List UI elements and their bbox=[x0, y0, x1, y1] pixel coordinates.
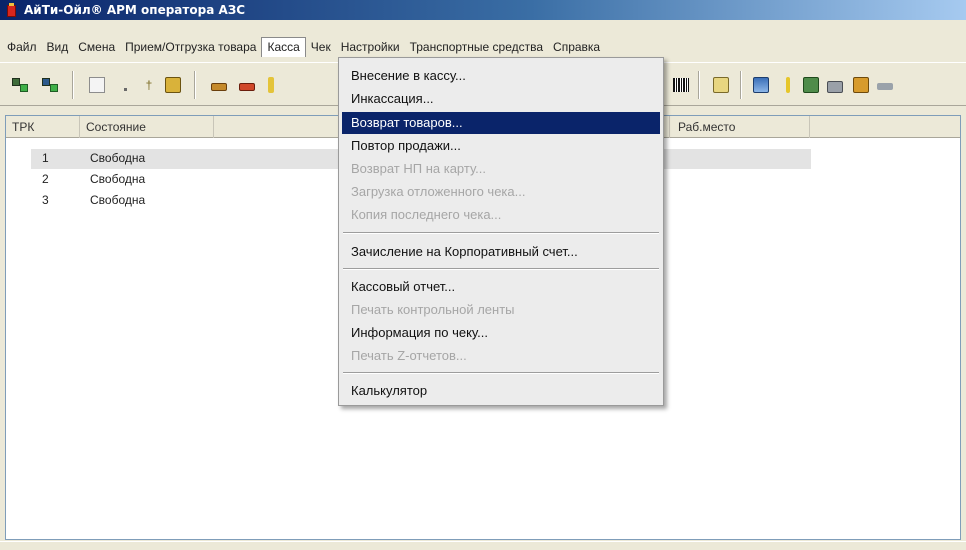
printer-icon[interactable] bbox=[824, 74, 846, 96]
truck-icon[interactable] bbox=[874, 74, 896, 96]
menu-item-goods-return[interactable]: Возврат товаров... bbox=[342, 112, 660, 134]
menu-shift[interactable]: Смена bbox=[73, 37, 120, 57]
pump-disconnect-icon[interactable] bbox=[40, 74, 62, 96]
cash-register-icon[interactable] bbox=[710, 74, 732, 96]
menu-settings[interactable]: Настройки bbox=[336, 37, 405, 57]
network-icon[interactable] bbox=[850, 74, 872, 96]
trk-number: 2 bbox=[42, 172, 49, 186]
toolbar-separator bbox=[740, 71, 742, 99]
menu-item-load-deferred-receipt[interactable]: Загрузка отложенного чека... bbox=[342, 181, 660, 203]
book-icon[interactable] bbox=[162, 74, 184, 96]
menu-goods-receipt[interactable]: Прием/Отгрузка товара bbox=[120, 37, 261, 57]
trk-state: Свободна bbox=[90, 151, 146, 165]
fuel-pump-icon bbox=[6, 3, 18, 17]
menu-item-repeat-sale[interactable]: Повтор продажи... bbox=[342, 135, 660, 157]
tanker-add-icon[interactable] bbox=[208, 74, 230, 96]
title-bar[interactable]: АйТи-Ойл® АРМ оператора АЗС bbox=[0, 0, 966, 20]
dot-icon[interactable] bbox=[114, 74, 136, 96]
trk-state: Свободна bbox=[90, 172, 146, 186]
toolbar-separator bbox=[72, 71, 74, 99]
database-icon[interactable] bbox=[750, 74, 772, 96]
column-header-workplace[interactable]: Раб.место bbox=[670, 116, 810, 138]
menu-item-encashment[interactable]: Инкассация... bbox=[342, 88, 660, 110]
menu-item-cash-deposit[interactable]: Внесение в кассу... bbox=[342, 65, 660, 87]
menu-item-corporate-deposit[interactable]: Зачисление на Корпоративный счет... bbox=[342, 241, 660, 263]
menu-file[interactable]: Файл bbox=[2, 37, 42, 57]
menu-bar: Файл Вид Смена Прием/Отгрузка товара Кас… bbox=[0, 37, 966, 57]
toolbar-separator bbox=[194, 71, 196, 99]
trk-number: 1 bbox=[42, 151, 49, 165]
menu-item-print-control-tape[interactable]: Печать контрольной ленты bbox=[342, 299, 660, 321]
menu-view[interactable]: Вид bbox=[42, 37, 74, 57]
menu-item-calculator[interactable]: Калькулятор bbox=[342, 380, 660, 402]
fuel-level-icon[interactable] bbox=[778, 74, 800, 96]
fuel-gauge-icon[interactable] bbox=[262, 74, 284, 96]
menu-item-return-fuel-to-card[interactable]: Возврат НП на карту... bbox=[342, 158, 660, 180]
menu-separator bbox=[343, 372, 659, 374]
column-header-trk[interactable]: ТРК bbox=[6, 116, 80, 138]
app-window: АйТи-Ойл® АРМ оператора АЗС Файл Вид Сме… bbox=[0, 0, 966, 550]
window-title: АйТи-Ойл® АРМ оператора АЗС bbox=[24, 3, 246, 17]
menu-help[interactable]: Справка bbox=[548, 37, 605, 57]
status-bar bbox=[0, 541, 966, 550]
menu-item-print-z-reports[interactable]: Печать Z-отчетов... bbox=[342, 345, 660, 367]
tanker-icon[interactable] bbox=[236, 74, 258, 96]
column-header-state[interactable]: Состояние bbox=[80, 116, 214, 138]
menu-vehicles[interactable]: Транспортные средства bbox=[405, 37, 548, 57]
menu-item-receipt-info[interactable]: Информация по чеку... bbox=[342, 322, 660, 344]
menu-separator bbox=[343, 232, 659, 234]
barcode-icon[interactable] bbox=[670, 74, 692, 96]
key-icon[interactable]: † bbox=[138, 74, 160, 96]
menu-item-last-receipt-copy[interactable]: Копия последнего чека... bbox=[342, 204, 660, 226]
pump-connect-icon[interactable] bbox=[10, 74, 32, 96]
menu-item-cash-report[interactable]: Кассовый отчет... bbox=[342, 276, 660, 298]
toolbar-separator bbox=[698, 71, 700, 99]
menu-separator bbox=[343, 268, 659, 270]
kassa-dropdown-menu: Внесение в кассу... Инкассация... Возвра… bbox=[338, 57, 664, 406]
menu-receipt[interactable]: Чек bbox=[306, 37, 336, 57]
trk-number: 3 bbox=[42, 193, 49, 207]
menu-kassa[interactable]: Касса bbox=[261, 37, 306, 57]
trk-state: Свободна bbox=[90, 193, 146, 207]
blank-window-icon[interactable] bbox=[86, 74, 108, 96]
calculator-icon[interactable] bbox=[800, 74, 822, 96]
